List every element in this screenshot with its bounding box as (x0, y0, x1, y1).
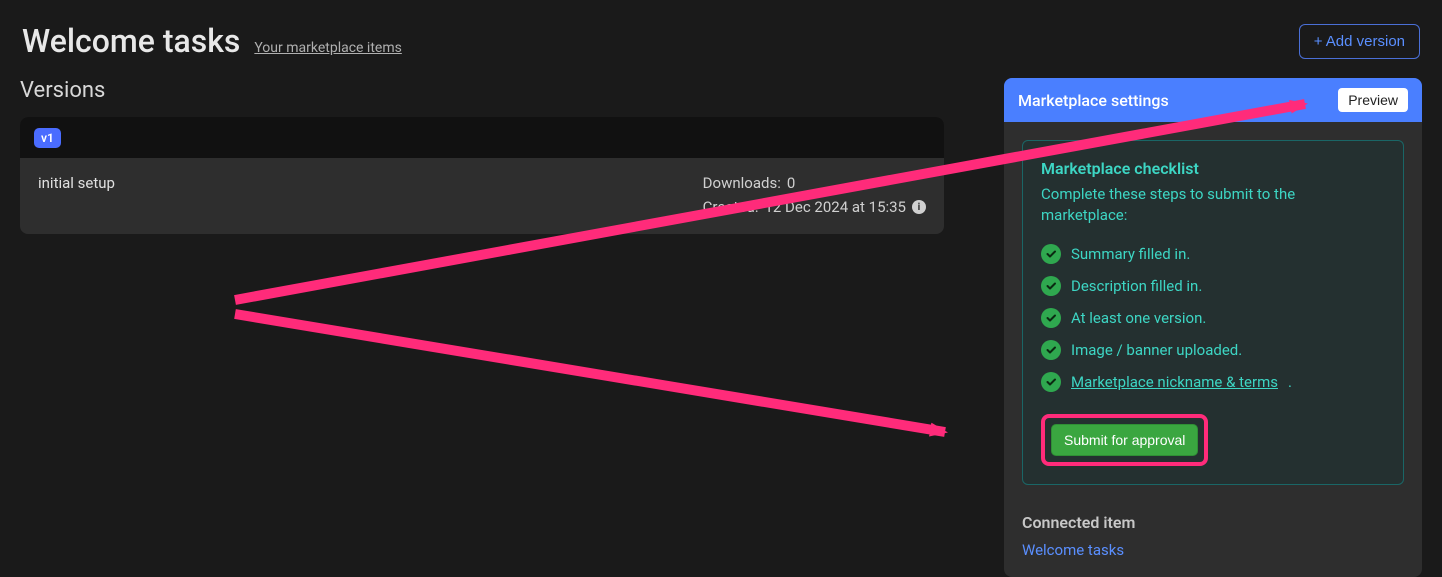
check-icon (1041, 340, 1061, 360)
version-created: Created: 12 Dec 2024 at 15:35 i (703, 198, 926, 216)
downloads-label: Downloads: (703, 174, 781, 192)
created-label: Created: (703, 198, 759, 216)
panel-title: Marketplace settings (1018, 91, 1169, 110)
checklist-sub: Complete these steps to submit to the ma… (1041, 184, 1385, 226)
marketplace-settings-panel: Marketplace settings Preview Marketplace… (1004, 78, 1422, 577)
submit-highlight: Submit for approval (1041, 414, 1208, 466)
checklist-item-label: Description filled in. (1071, 277, 1202, 295)
info-icon[interactable]: i (912, 200, 926, 214)
checklist-item-label: At least one version. (1071, 309, 1206, 327)
checklist-item: Description filled in. (1041, 276, 1385, 296)
checklist-item-link[interactable]: Marketplace nickname & terms (1071, 373, 1278, 391)
checklist-box: Marketplace checklist Complete these ste… (1022, 140, 1404, 485)
connected-item-heading: Connected item (1022, 513, 1404, 532)
check-icon (1041, 372, 1061, 392)
check-icon (1041, 276, 1061, 296)
versions-heading: Versions (20, 78, 944, 103)
version-name: initial setup (38, 174, 115, 192)
checklist-item-trailing: . (1288, 373, 1292, 391)
version-downloads: Downloads: 0 (703, 174, 926, 192)
checklist-item: Marketplace nickname & terms. (1041, 372, 1385, 392)
checklist-item: At least one version. (1041, 308, 1385, 328)
checklist-item: Summary filled in. (1041, 244, 1385, 264)
preview-button[interactable]: Preview (1338, 88, 1408, 112)
version-card[interactable]: v1 initial setup Downloads: 0 Created: 1… (20, 117, 944, 234)
checklist-item-label: Image / banner uploaded. (1071, 341, 1242, 359)
check-icon (1041, 244, 1061, 264)
connected-item-link[interactable]: Welcome tasks (1022, 541, 1124, 559)
version-badge: v1 (34, 128, 61, 148)
page-title: Welcome tasks (22, 22, 240, 60)
submit-for-approval-button[interactable]: Submit for approval (1051, 424, 1198, 456)
checklist-heading: Marketplace checklist (1041, 159, 1385, 178)
downloads-value: 0 (787, 174, 795, 192)
add-version-button[interactable]: + Add version (1299, 24, 1420, 59)
check-icon (1041, 308, 1061, 328)
created-value: 12 Dec 2024 at 15:35 (764, 198, 906, 216)
breadcrumb-link[interactable]: Your marketplace items (254, 40, 402, 56)
checklist-item: Image / banner uploaded. (1041, 340, 1385, 360)
checklist-item-label: Summary filled in. (1071, 245, 1190, 263)
